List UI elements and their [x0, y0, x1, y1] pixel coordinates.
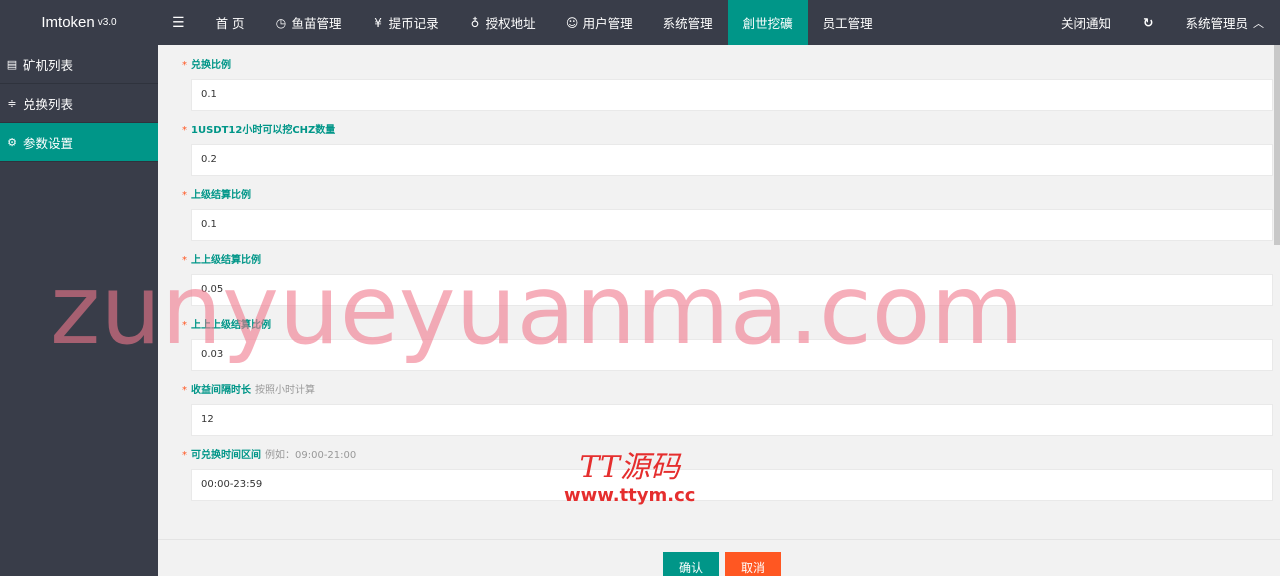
user-icon: ☺	[565, 15, 579, 30]
hamburger-icon: ☰	[172, 14, 185, 31]
parent-ratio-input[interactable]: 0.1	[191, 209, 1273, 241]
field-great-grandparent-ratio: * 上上上级结算比例 0.03	[182, 319, 1273, 371]
admin-menu[interactable]: 系统管理员 ︿	[1169, 0, 1280, 45]
sliders-icon: ≑	[7, 96, 17, 110]
field-income-interval: * 收益间隔时长 按照小时计算 12	[182, 384, 1273, 436]
required-mark: *	[182, 190, 187, 201]
nav-item-home[interactable]: 首 页	[201, 0, 260, 45]
field-label: * 上上上级结算比例	[182, 320, 271, 331]
main-content: * 兑换比例 0.1 * 1USDT12小时可以挖CHZ数量 0.2 * 上级结算比例…	[158, 45, 1280, 576]
required-mark: *	[182, 450, 187, 461]
required-mark: *	[182, 385, 187, 396]
nav-item-auth-address[interactable]: ♁ 授权地址	[454, 0, 551, 45]
nav-label: 用户管理	[582, 16, 633, 31]
chz-per-usdt-input[interactable]: 0.2	[191, 144, 1273, 176]
top-right-actions: 关闭通知 ↻ 系统管理员 ︿	[1045, 0, 1280, 45]
exchange-ratio-input[interactable]: 0.1	[191, 79, 1273, 111]
location-icon: ♁	[470, 15, 480, 30]
form-divider	[158, 539, 1280, 540]
nav-label: 提币记录	[388, 16, 439, 31]
field-grandparent-ratio: * 上上级结算比例 0.05	[182, 254, 1273, 306]
nav-label: 首 页	[215, 16, 245, 31]
nav-label: 鱼苗管理	[291, 16, 342, 31]
list-icon: ▤	[6, 57, 18, 71]
field-hint: 例如：09:00-21:00	[265, 450, 357, 461]
field-hint: 按照小时计算	[255, 385, 315, 396]
required-mark: *	[182, 125, 187, 136]
clock-icon: ◷	[275, 15, 287, 30]
page-scrollbar[interactable]	[1274, 45, 1280, 245]
nav-label: 創世挖礦	[742, 16, 793, 31]
nav-item-withdraw[interactable]: ¥ 提币记录	[357, 0, 454, 45]
nav-item-system[interactable]: 系统管理	[648, 0, 728, 45]
required-mark: *	[182, 320, 187, 331]
field-label: * 兑换比例	[182, 60, 231, 71]
required-mark: *	[182, 60, 187, 71]
great-grandparent-ratio-input[interactable]: 0.03	[191, 339, 1273, 371]
yen-icon: ¥	[374, 15, 382, 30]
field-label: * 1USDT12小时可以挖CHZ数量	[182, 125, 336, 136]
required-mark: *	[182, 255, 187, 266]
logo-text: Imtoken	[41, 14, 95, 31]
app-logo[interactable]: Imtoken v3.0	[0, 0, 158, 45]
field-label: * 上上级结算比例	[182, 255, 261, 266]
top-header: Imtoken v3.0 ☰ 首 页 ◷ 鱼苗管理 ¥ 提币记录 ♁ 授权地址 …	[0, 0, 1280, 45]
field-exchange-ratio: * 兑换比例 0.1	[182, 59, 1273, 111]
sidebar-item-label: 矿机列表	[23, 57, 74, 73]
field-exchange-time-range: * 可兑换时间区间 例如：09:00-21:00 00:00-23:59	[182, 449, 1273, 501]
nav-item-staff[interactable]: 员工管理	[808, 0, 888, 45]
nav-item-genesis-mining[interactable]: 創世挖礦	[727, 0, 808, 45]
field-chz-per-usdt: * 1USDT12小时可以挖CHZ数量 0.2	[182, 124, 1273, 176]
sidebar-item-label: 参数设置	[23, 135, 74, 151]
nav-label: 授权地址	[485, 16, 536, 31]
nav-label: 员工管理	[822, 16, 873, 31]
menu-toggle-button[interactable]: ☰	[158, 0, 201, 45]
admin-name: 系统管理员	[1185, 16, 1248, 31]
version-label: v3.0	[97, 17, 117, 28]
field-label: * 收益间隔时长 按照小时计算	[182, 385, 315, 396]
sidebar: ▤ 矿机列表 ≑ 兑换列表 ⚙ 参数设置	[0, 45, 158, 576]
confirm-button[interactable]: 确认	[663, 552, 719, 576]
sidebar-item-miners[interactable]: ▤ 矿机列表	[0, 45, 158, 84]
nav-item-fry[interactable]: ◷ 鱼苗管理	[260, 0, 357, 45]
nav-item-users[interactable]: ☺ 用户管理	[551, 0, 648, 45]
nav-label: 系统管理	[662, 16, 713, 31]
gear-icon: ⚙	[7, 135, 17, 149]
chevron-up-icon: ︿	[1253, 16, 1264, 30]
field-parent-ratio: * 上级结算比例 0.1	[182, 189, 1273, 241]
exchange-time-range-input[interactable]: 00:00-23:59	[191, 469, 1273, 501]
sidebar-item-settings[interactable]: ⚙ 参数设置	[0, 123, 158, 162]
field-label: * 上级结算比例	[182, 190, 251, 201]
income-interval-input[interactable]: 12	[191, 404, 1273, 436]
sidebar-item-label: 兑换列表	[23, 96, 74, 112]
close-notice-button[interactable]: 关闭通知	[1045, 0, 1127, 45]
refresh-icon[interactable]: ↻	[1127, 0, 1169, 45]
top-nav: ☰ 首 页 ◷ 鱼苗管理 ¥ 提币记录 ♁ 授权地址 ☺ 用户管理 系统管理 創…	[158, 0, 888, 45]
cancel-button[interactable]: 取消	[725, 552, 781, 576]
grandparent-ratio-input[interactable]: 0.05	[191, 274, 1273, 306]
field-label: * 可兑换时间区间 例如：09:00-21:00	[182, 450, 357, 461]
sidebar-item-exchange[interactable]: ≑ 兑换列表	[0, 84, 158, 123]
